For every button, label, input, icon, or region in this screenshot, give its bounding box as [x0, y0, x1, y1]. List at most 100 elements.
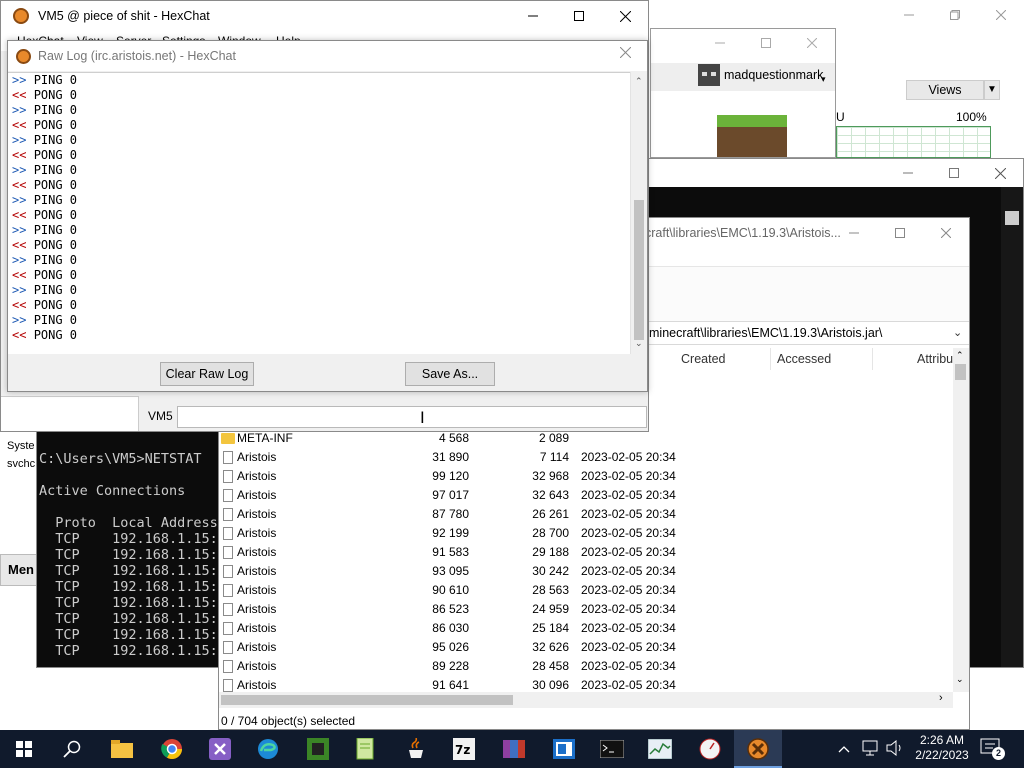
file-name: Aristois	[237, 564, 277, 578]
java-icon[interactable]	[392, 730, 440, 768]
taskbar-clock[interactable]: 2:26 AM 2/22/2023	[912, 733, 972, 763]
file-row[interactable]: Aristois 86 523 24 959 2023-02-05 20:34	[219, 600, 954, 619]
volume-icon[interactable]	[886, 739, 904, 759]
raw-log-direction: >>	[12, 133, 27, 147]
column-header-accessed[interactable]: Accessed	[771, 348, 873, 370]
raw-log-direction: >>	[12, 73, 27, 87]
notepad-plus-icon[interactable]	[342, 730, 390, 768]
restore-button[interactable]	[932, 0, 978, 30]
file-row[interactable]: Aristois 86 030 25 184 2023-02-05 20:34	[219, 619, 954, 638]
scroll-thumb[interactable]	[955, 364, 966, 380]
seven-zip-icon[interactable]: 7z	[440, 730, 488, 768]
scroll-down-icon[interactable]: ⌄	[956, 674, 964, 685]
background-menu-tab[interactable]: Men	[0, 554, 40, 586]
minimize-button[interactable]	[885, 159, 931, 187]
close-button[interactable]	[978, 0, 1024, 30]
file-size: 89 228	[432, 659, 469, 673]
column-header-attributes[interactable]: Attribu	[911, 348, 955, 370]
scroll-right-icon[interactable]: ›	[939, 692, 943, 704]
save-as-button[interactable]: Save As...	[405, 362, 495, 386]
hexchat-icon[interactable]	[734, 730, 782, 768]
hexchat-channel-tree[interactable]	[1, 396, 139, 431]
scroll-up-icon[interactable]: ⌃	[635, 76, 643, 87]
close-button[interactable]	[923, 218, 969, 248]
clock-app-icon[interactable]	[686, 730, 734, 768]
raw-log-direction: <<	[12, 328, 27, 342]
visual-studio-icon[interactable]	[196, 730, 244, 768]
raw-log-line: >> PING 0	[8, 283, 647, 298]
close-button[interactable]	[977, 159, 1023, 187]
chevron-up-icon[interactable]	[838, 742, 850, 756]
maximize-button[interactable]	[556, 1, 602, 31]
file-row[interactable]: Aristois 91 583 29 188 2023-02-05 20:34	[219, 543, 954, 562]
column-header-created[interactable]: Created	[675, 348, 771, 370]
edge-icon[interactable]	[244, 730, 292, 768]
file-row[interactable]: Aristois 90 610 28 563 2023-02-05 20:34	[219, 581, 954, 600]
minimize-button[interactable]	[697, 29, 743, 57]
minimize-button[interactable]	[886, 0, 932, 30]
user-dropdown-icon[interactable]: ▾	[821, 74, 826, 85]
scroll-up-icon[interactable]: ⌃	[956, 350, 964, 361]
file-row[interactable]: Aristois 99 120 32 968 2023-02-05 20:34	[219, 467, 954, 486]
cmd-icon[interactable]	[588, 730, 636, 768]
archive-address-text[interactable]: minecraft\libraries\EMC\1.19.3\Aristois.…	[649, 322, 882, 344]
file-list-vscrollbar[interactable]: ⌃ ⌄	[953, 348, 969, 692]
raw-log-line: >> PING 0	[8, 313, 647, 328]
file-size: 91 583	[432, 545, 469, 559]
file-explorer-icon[interactable]	[98, 730, 146, 768]
views-button[interactable]: Views	[906, 80, 984, 100]
taskbar-date: 2/22/2023	[915, 748, 969, 762]
hexchat-title: VM5 @ piece of shit - HexChat	[38, 9, 210, 23]
raw-log-title: Raw Log (irc.aristois.net) - HexChat	[38, 49, 236, 63]
cmd-scrollbar[interactable]	[1001, 187, 1023, 667]
winrar-icon[interactable]	[490, 730, 538, 768]
raw-log-line: << PONG 0	[8, 88, 647, 103]
launcher-window-controls	[697, 29, 835, 57]
scroll-down-icon[interactable]: ⌄	[635, 338, 643, 349]
raw-log-text[interactable]: >> PING 0 << PONG 0 >> PING 0 << PONG 0 >> P…	[8, 72, 647, 354]
message-input[interactable]	[177, 406, 647, 428]
ie-icon[interactable]	[540, 730, 588, 768]
user-avatar[interactable]	[698, 64, 720, 86]
minimize-button[interactable]	[510, 1, 556, 31]
scroll-thumb[interactable]	[634, 200, 644, 340]
raw-log-message: PING 0	[33, 193, 78, 207]
file-row[interactable]: Aristois 97 017 32 643 2023-02-05 20:34	[219, 486, 954, 505]
minimize-button[interactable]	[831, 218, 877, 248]
address-dropdown-icon[interactable]: ⌄	[953, 322, 962, 344]
close-button[interactable]	[602, 1, 648, 31]
close-button[interactable]	[619, 46, 632, 61]
file-row[interactable]: Aristois 31 890 7 114 2023-02-05 20:34	[219, 448, 954, 467]
file-list-hscrollbar[interactable]: ›	[219, 692, 953, 708]
clear-raw-log-button[interactable]: Clear Raw Log	[160, 362, 254, 386]
maximize-button[interactable]	[743, 29, 789, 57]
file-row[interactable]: Aristois 87 780 26 261 2023-02-05 20:34	[219, 505, 954, 524]
maximize-button[interactable]	[877, 218, 923, 248]
file-row[interactable]: Aristois 89 228 28 458 2023-02-05 20:34	[219, 657, 954, 676]
chrome-icon[interactable]	[148, 730, 196, 768]
notification-icon[interactable]: 2	[980, 737, 1005, 762]
file-row[interactable]: Aristois 92 199 28 700 2023-02-05 20:34	[219, 524, 954, 543]
network-icon[interactable]	[862, 740, 880, 759]
search-icon[interactable]	[48, 730, 96, 768]
raw-log-direction: <<	[12, 178, 27, 192]
views-dropdown-icon[interactable]: ▼	[984, 80, 1000, 100]
raw-log-line: << PONG 0	[8, 268, 647, 283]
file-icon	[223, 679, 233, 692]
maximize-button[interactable]	[931, 159, 977, 187]
hexchat-logo-icon	[16, 49, 31, 64]
raw-log-scrollbar[interactable]: ⌃ ⌄	[630, 72, 647, 354]
close-button[interactable]	[789, 29, 835, 57]
raw-log-direction: <<	[12, 208, 27, 222]
windows-start-icon[interactable]	[0, 730, 48, 768]
file-row[interactable]: Aristois 93 095 30 242 2023-02-05 20:34	[219, 562, 954, 581]
file-name: Aristois	[237, 469, 277, 483]
minecraft-grass-icon[interactable]	[717, 115, 787, 157]
task-manager-icon[interactable]	[636, 730, 684, 768]
file-icon	[223, 565, 233, 578]
nick-label[interactable]: VM5	[148, 409, 173, 423]
hscroll-thumb[interactable]	[221, 695, 513, 705]
file-row[interactable]: Aristois 95 026 32 626 2023-02-05 20:34	[219, 638, 954, 657]
minecraft-launcher-icon[interactable]	[294, 730, 342, 768]
user-name[interactable]: madquestionmark	[724, 68, 823, 82]
